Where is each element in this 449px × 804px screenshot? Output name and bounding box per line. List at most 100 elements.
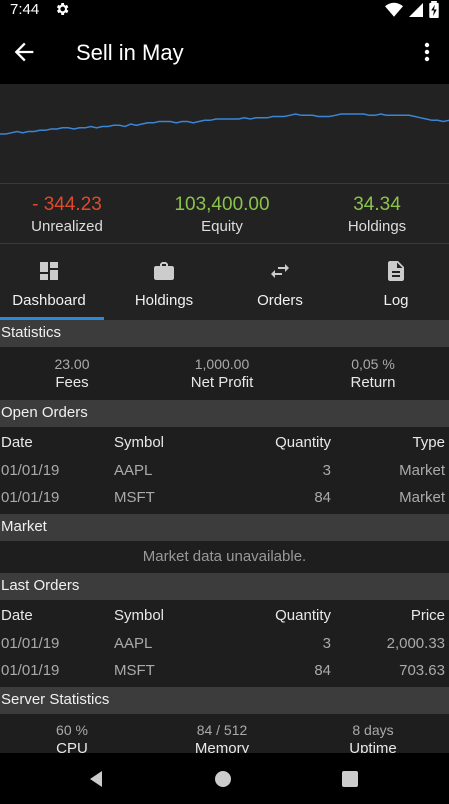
col-price: Price <box>410 607 445 624</box>
tab-label: Log <box>383 292 409 309</box>
statistics-header: Statistics <box>0 320 449 347</box>
cell-symbol: AAPL <box>114 462 153 479</box>
memory-stat: 84 / 512 Memory <box>147 722 297 753</box>
tab-orders[interactable]: Orders <box>231 244 329 320</box>
memory-value: 84 / 512 <box>196 722 248 738</box>
signal-icon <box>409 2 423 17</box>
tab-dashboard[interactable]: Dashboard <box>0 244 98 320</box>
equity-label: Equity <box>201 218 243 235</box>
net-profit-value: 1,000.00 <box>194 356 250 372</box>
cell-price: 2,000.33 <box>386 635 445 652</box>
col-date: Date <box>1 434 33 451</box>
document-icon <box>388 261 404 281</box>
table-row[interactable]: 01/01/19 AAPL 3 Market <box>0 457 449 484</box>
cell-date: 01/01/19 <box>1 635 60 652</box>
equity-value: 103,400.00 <box>174 194 270 215</box>
col-date: Date <box>1 607 33 624</box>
cell-quantity: 84 <box>314 489 331 506</box>
table-row[interactable]: 01/01/19 MSFT 84 703.63 <box>0 657 449 684</box>
return-stat: 0,05 % Return <box>298 356 448 391</box>
uptime-value: 8 days <box>352 722 394 738</box>
cell-date: 01/01/19 <box>1 662 60 679</box>
cell-symbol: MSFT <box>114 489 155 506</box>
table-header-row: Date Symbol Quantity Type <box>0 429 449 456</box>
uptime-label: Uptime <box>349 740 397 753</box>
uptime-stat: 8 days Uptime <box>298 722 448 753</box>
holdings-label: Holdings <box>347 218 407 235</box>
status-icons <box>385 1 439 18</box>
net-profit-label: Net Profit <box>190 374 254 391</box>
net-profit-stat: 1,000.00 Net Profit <box>147 356 297 391</box>
market-message: Market data unavailable. <box>142 548 307 565</box>
fees-label: Fees <box>55 374 89 391</box>
col-quantity: Quantity <box>275 434 331 451</box>
system-nav-bar <box>0 753 449 804</box>
holdings-value: 34.34 <box>353 194 401 215</box>
col-symbol: Symbol <box>114 434 165 451</box>
return-label: Return <box>350 374 396 391</box>
unrealized-value: - 344.23 <box>32 194 102 215</box>
nav-recents-icon[interactable] <box>340 769 360 789</box>
server-statistics-section: Server Statistics 60 % CPU 84 / 512 Memo… <box>0 687 449 753</box>
tab-log[interactable]: Log <box>347 244 445 320</box>
memory-label: Memory <box>194 740 250 753</box>
battery-icon <box>429 1 439 18</box>
cell-date: 01/01/19 <box>1 462 60 479</box>
statistics-section: Statistics 23.00 Fees 1,000.00 Net Profi… <box>0 320 449 400</box>
nav-home-icon[interactable] <box>213 769 233 789</box>
equity-chart <box>0 84 449 184</box>
col-type: Type <box>412 434 445 451</box>
last-orders-section: Last Orders Date Symbol Quantity Price 0… <box>0 573 449 687</box>
market-header: Market <box>0 514 449 541</box>
open-orders-section: Open Orders Date Symbol Quantity Type 01… <box>0 400 449 514</box>
tab-label: Orders <box>257 292 303 309</box>
cell-symbol: AAPL <box>114 635 153 652</box>
status-time: 7:44 <box>10 1 40 18</box>
tab-label: Holdings <box>134 292 194 309</box>
col-quantity: Quantity <box>275 607 331 624</box>
cell-quantity: 84 <box>314 662 331 679</box>
cell-type: Market <box>399 462 445 479</box>
table-row[interactable]: 01/01/19 MSFT 84 Market <box>0 484 449 511</box>
holdings-block: 34.34 Holdings <box>302 194 449 235</box>
cpu-value: 60 % <box>56 722 88 738</box>
table-row[interactable]: 01/01/19 AAPL 3 2,000.33 <box>0 630 449 657</box>
summary-panel: - 344.23 Unrealized 103,400.00 Equity 34… <box>0 184 449 244</box>
more-vert-icon[interactable] <box>415 40 439 64</box>
dashboard-icon <box>40 262 58 280</box>
gear-icon <box>56 3 69 15</box>
col-symbol: Symbol <box>114 607 165 624</box>
cell-date: 01/01/19 <box>1 489 60 506</box>
cell-symbol: MSFT <box>114 662 155 679</box>
open-orders-header: Open Orders <box>0 400 449 427</box>
equity-block: 103,400.00 Equity <box>147 194 297 235</box>
table-header-row: Date Symbol Quantity Price <box>0 602 449 629</box>
app-bar: Sell in May <box>0 20 449 84</box>
return-value: 0,05 % <box>351 356 395 372</box>
tab-holdings[interactable]: Holdings <box>115 244 213 320</box>
page-title: Sell in May <box>76 40 184 65</box>
cell-price: 703.63 <box>399 662 445 679</box>
cell-type: Market <box>399 489 445 506</box>
last-orders-header: Last Orders <box>0 573 449 600</box>
wifi-icon <box>385 2 403 17</box>
cpu-stat: 60 % CPU <box>0 722 147 753</box>
status-bar: 7:44 <box>0 0 449 20</box>
briefcase-icon <box>154 262 174 280</box>
nav-back-icon[interactable] <box>86 769 106 789</box>
tab-label: Dashboard <box>12 292 86 309</box>
cpu-label: CPU <box>56 740 88 753</box>
fees-stat: 23.00 Fees <box>0 356 147 391</box>
fees-value: 23.00 <box>54 356 90 372</box>
swap-icon <box>271 264 289 278</box>
cell-quantity: 3 <box>322 635 331 652</box>
equity-series-line <box>0 113 449 135</box>
unrealized-label: Unrealized <box>31 218 103 235</box>
tab-bar: Dashboard Holdings Orders Log <box>0 244 449 320</box>
server-statistics-header: Server Statistics <box>0 687 449 714</box>
unrealized-block: - 344.23 Unrealized <box>0 194 142 235</box>
market-section: Market Market data unavailable. <box>0 514 449 573</box>
equity-chart-svg <box>0 113 449 135</box>
cell-quantity: 3 <box>322 462 331 479</box>
back-arrow-icon[interactable] <box>10 38 38 66</box>
